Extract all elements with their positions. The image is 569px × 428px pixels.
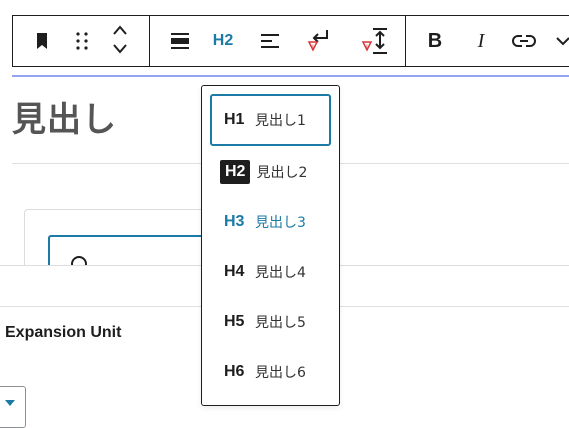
svg-text:!: ! bbox=[312, 44, 314, 51]
heading-level: H3 bbox=[224, 213, 245, 230]
heading-option-h6[interactable]: H6 見出し6 bbox=[210, 346, 331, 398]
heading-option-h3[interactable]: H3 見出し3 bbox=[210, 196, 331, 248]
more-options-chevron-icon[interactable] bbox=[553, 16, 569, 66]
toolbar-divider bbox=[149, 16, 150, 66]
heading-level: H6 bbox=[224, 363, 245, 380]
drag-handle-icon[interactable] bbox=[67, 16, 97, 66]
heading-level: H2 bbox=[220, 160, 251, 184]
heading-option-label: 見出し4 bbox=[255, 265, 306, 281]
bookmark-block-icon[interactable] bbox=[27, 16, 57, 66]
heading-level-button[interactable]: H2 bbox=[205, 16, 241, 66]
italic-button[interactable]: I bbox=[467, 16, 495, 66]
bold-button[interactable]: B bbox=[421, 16, 449, 66]
toolbar-divider bbox=[405, 16, 406, 66]
heading-level: H4 bbox=[224, 263, 245, 280]
heading-level-menu: H1 見出し1 H2 見出し2 H3 見出し3 H4 見出し4 H5 見出し5 … bbox=[201, 85, 340, 406]
heading-option-h1[interactable]: H1 見出し1 bbox=[210, 94, 331, 146]
line-break-icon[interactable]: ! bbox=[305, 16, 335, 66]
heading-option-h2[interactable]: H2 見出し2 bbox=[210, 146, 331, 198]
heading-level-label: H2 bbox=[212, 32, 234, 49]
panel-select[interactable] bbox=[0, 386, 26, 428]
heading-block[interactable]: 見出し bbox=[12, 98, 117, 142]
heading-option-label: 見出し6 bbox=[255, 365, 306, 381]
chevron-up-icon[interactable] bbox=[112, 22, 128, 41]
heading-option-label: 見出し5 bbox=[255, 315, 306, 331]
block-toolbar: H2 ! ! B I bbox=[12, 15, 569, 67]
svg-text:!: ! bbox=[366, 44, 368, 51]
text-align-left-icon[interactable] bbox=[255, 16, 285, 66]
heading-option-h4[interactable]: H4 見出し4 bbox=[210, 246, 331, 298]
move-up-down-arrows bbox=[105, 16, 135, 66]
heading-level: H5 bbox=[224, 313, 245, 330]
spacing-icon[interactable]: ! bbox=[359, 16, 393, 66]
link-icon[interactable] bbox=[509, 16, 539, 66]
heading-level: H1 bbox=[224, 111, 245, 128]
heading-option-h5[interactable]: H5 見出し5 bbox=[210, 296, 331, 348]
heading-option-label: 見出し3 bbox=[255, 215, 306, 231]
align-icon[interactable] bbox=[165, 16, 195, 66]
heading-option-label: 見出し2 bbox=[256, 165, 308, 181]
block-focus-line bbox=[12, 75, 569, 77]
heading-option-label: 見出し1 bbox=[255, 113, 306, 129]
chevron-down-icon[interactable] bbox=[112, 41, 128, 60]
panel-title[interactable]: Expansion Unit bbox=[5, 324, 121, 342]
caret-down-icon bbox=[5, 400, 15, 406]
